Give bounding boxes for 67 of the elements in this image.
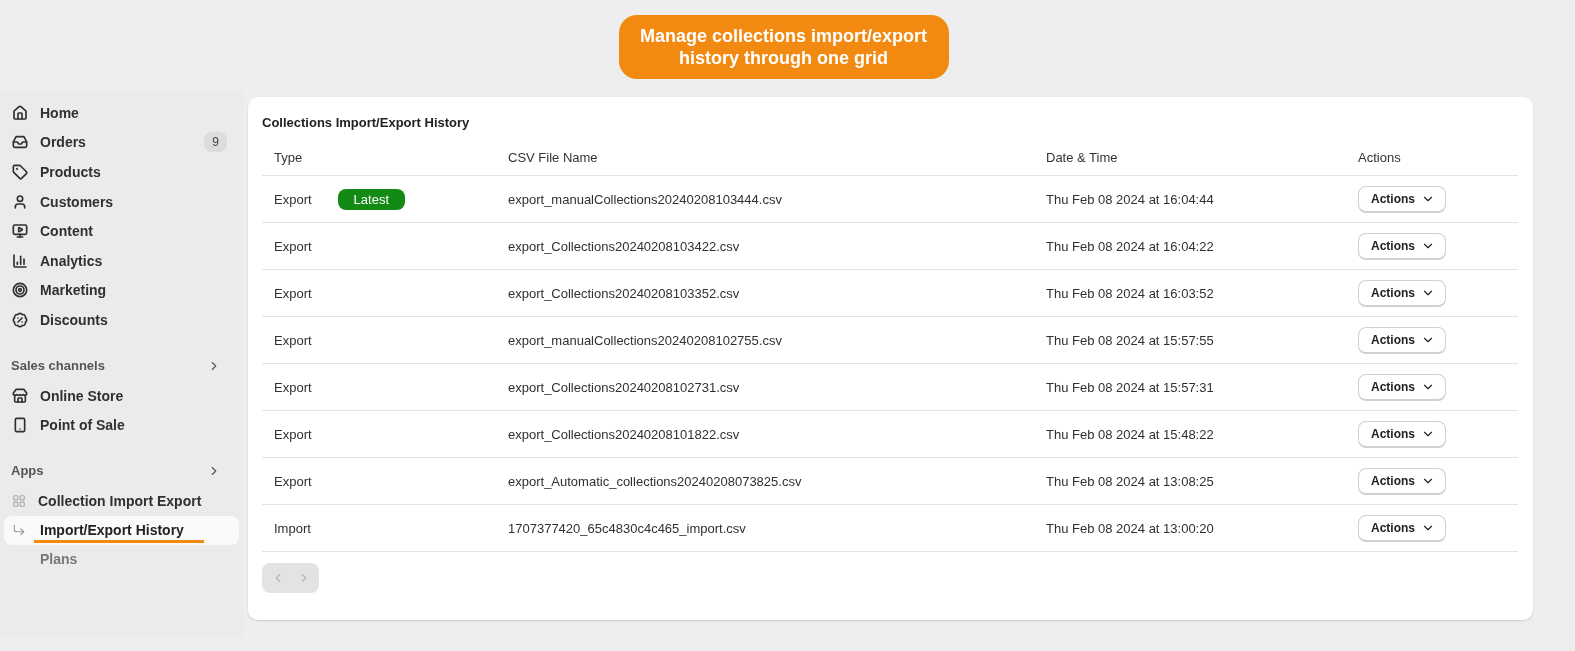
channel-icon [12, 387, 28, 404]
nav-icon [12, 164, 28, 180]
actions-button[interactable]: Actions [1358, 232, 1446, 260]
nav-icon [12, 134, 28, 151]
table-cell: Thu Feb 08 2024 at 13:00:20 [1046, 520, 1214, 536]
table-cell: Export [274, 473, 312, 489]
nav-item[interactable]: Content [4, 216, 239, 246]
column-header: Date & Time [1034, 138, 1346, 176]
table-cell: Export [274, 426, 312, 442]
table-cell: export_Collections20240208103422.csv [508, 238, 740, 254]
nav-item[interactable]: Online Store [4, 380, 239, 411]
actions-button[interactable]: Actions [1358, 420, 1446, 448]
actions-button[interactable]: Actions [1358, 185, 1446, 213]
callout-banner: Manage collections import/export history through one grid [618, 15, 949, 79]
channel-icon [12, 417, 28, 434]
section-title: Sales channels [11, 358, 105, 374]
table-cell: Import [274, 520, 311, 536]
nav-icon [12, 282, 28, 299]
table-cell: Thu Feb 08 2024 at 16:04:22 [1046, 238, 1214, 254]
nav-item[interactable]: Collection Import Export [4, 485, 239, 516]
nav-item[interactable]: Home [4, 98, 239, 128]
sub-nav-item[interactable]: Import/Export History [4, 515, 239, 545]
nav-icon [12, 252, 28, 269]
table-cell: Thu Feb 08 2024 at 15:48:22 [1046, 426, 1214, 442]
nav-icon [12, 104, 28, 121]
actions-button[interactable]: Actions [1358, 373, 1446, 401]
latest-badge: Latest [337, 188, 405, 210]
branch-icon [12, 523, 26, 538]
table-cell: export_Collections20240208103352.csv [508, 285, 740, 301]
table-cell: Thu Feb 08 2024 at 15:57:55 [1046, 332, 1214, 348]
column-header: Type [262, 138, 496, 176]
column-header: CSV File Name [496, 138, 1034, 176]
nav-item[interactable]: Customers [4, 186, 239, 217]
table-cell: Thu Feb 08 2024 at 16:04:44 [1046, 191, 1214, 207]
nav-item[interactable]: Analytics [4, 245, 239, 276]
table-cell: Export [274, 238, 312, 254]
actions-button[interactable]: Actions [1358, 514, 1446, 542]
nav-icon [12, 223, 28, 240]
nav-item[interactable]: Marketing [4, 275, 239, 306]
nav-item[interactable]: Products [4, 157, 239, 187]
table-cell: Thu Feb 08 2024 at 15:57:31 [1046, 379, 1214, 395]
nav-item[interactable]: Orders 9 [4, 127, 239, 158]
table-cell: Thu Feb 08 2024 at 16:03:52 [1046, 285, 1214, 301]
table-cell: export_Collections20240208102731.csv [508, 379, 740, 395]
table-cell: Export [274, 379, 312, 395]
section-title: Apps [11, 463, 44, 479]
sub-nav-item[interactable]: Plans [4, 544, 239, 574]
table-cell: Export [274, 332, 312, 348]
app-icon [12, 493, 26, 508]
table-cell: export_Collections20240208101822.csv [508, 426, 740, 442]
table-cell: Thu Feb 08 2024 at 13:08:25 [1046, 473, 1214, 489]
actions-button[interactable]: Actions [1358, 326, 1446, 354]
nav-icon [12, 311, 28, 328]
table-cell: export_manualCollections20240208103444.csv [508, 191, 782, 207]
nav-item[interactable]: Point of Sale [4, 410, 239, 440]
count-badge: 9 [204, 132, 227, 153]
actions-button[interactable]: Actions [1358, 467, 1446, 495]
actions-button[interactable]: Actions [1358, 279, 1446, 307]
table-cell: Export [274, 285, 312, 301]
nav-item[interactable]: Discounts [4, 305, 239, 335]
column-header: Actions [1346, 138, 1518, 176]
table-cell: export_Automatic_collections20240208073825.csv [508, 473, 802, 489]
table-cell: Export [274, 191, 312, 207]
table-cell: export_manualCollections20240208102755.csv [508, 332, 782, 348]
card-title: Collections Import/Export History [262, 115, 471, 130]
nav-icon [12, 193, 28, 210]
table-cell: 1707377420_65c4830c4c465_import.csv [508, 520, 746, 536]
